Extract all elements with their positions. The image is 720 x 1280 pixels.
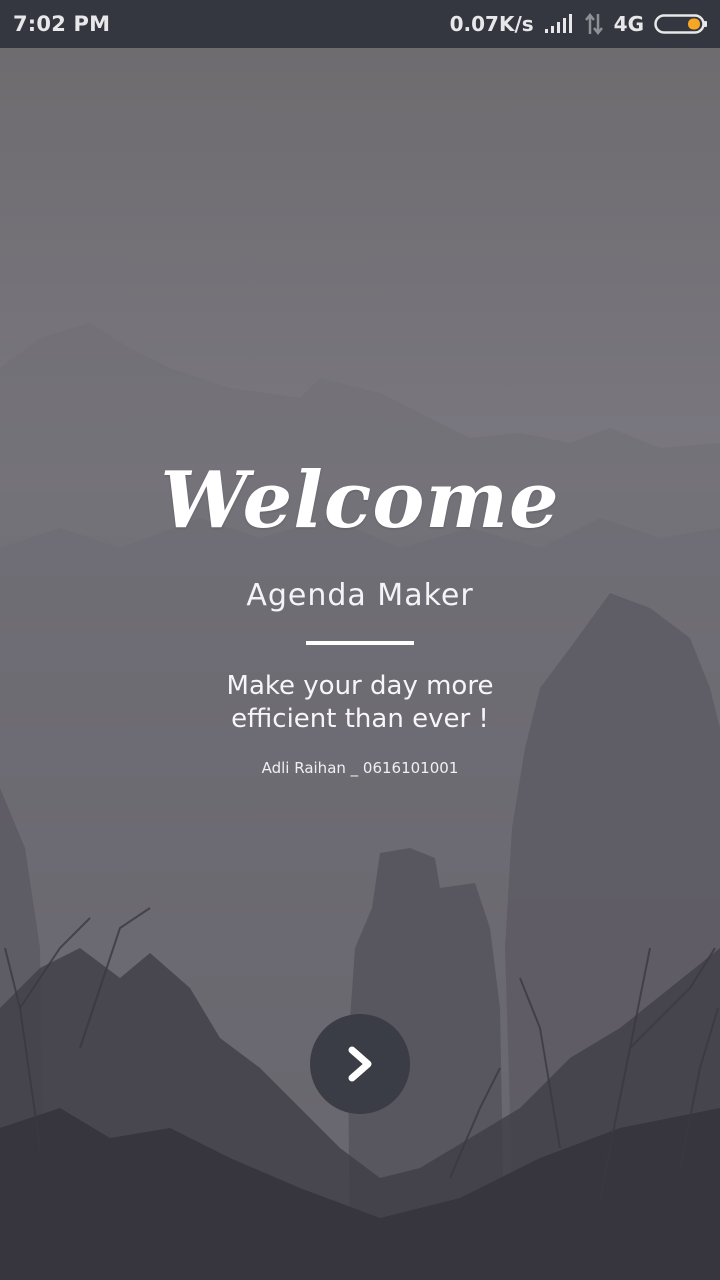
status-right-group: 0.07K/s 4G [450, 12, 708, 36]
network-type: 4G [613, 12, 644, 36]
battery-icon [654, 13, 708, 35]
title-divider [306, 641, 414, 645]
status-bar: 7:02 PM 0.07K/s 4G [0, 0, 720, 48]
tagline-line-1: Make your day more [226, 671, 494, 701]
welcome-title: Welcome [160, 455, 560, 546]
author-credit: Adli Raihan _ 0616101001 [261, 759, 459, 777]
status-time: 7:02 PM [13, 12, 111, 36]
chevron-right-icon [343, 1044, 377, 1084]
welcome-content: Welcome Agenda Maker Make your day more … [0, 0, 720, 1280]
network-speed: 0.07K/s [449, 12, 534, 36]
signal-icon [544, 13, 574, 35]
next-button[interactable] [310, 1014, 410, 1114]
data-transfer-icon [584, 12, 604, 36]
app-name: Agenda Maker [246, 578, 474, 613]
welcome-screen: 7:02 PM 0.07K/s 4G Welcome Agenda Maker … [0, 0, 720, 1280]
tagline-line-2: efficient than ever ! [231, 704, 489, 734]
tagline: Make your day more efficient than ever ! [0, 670, 720, 736]
